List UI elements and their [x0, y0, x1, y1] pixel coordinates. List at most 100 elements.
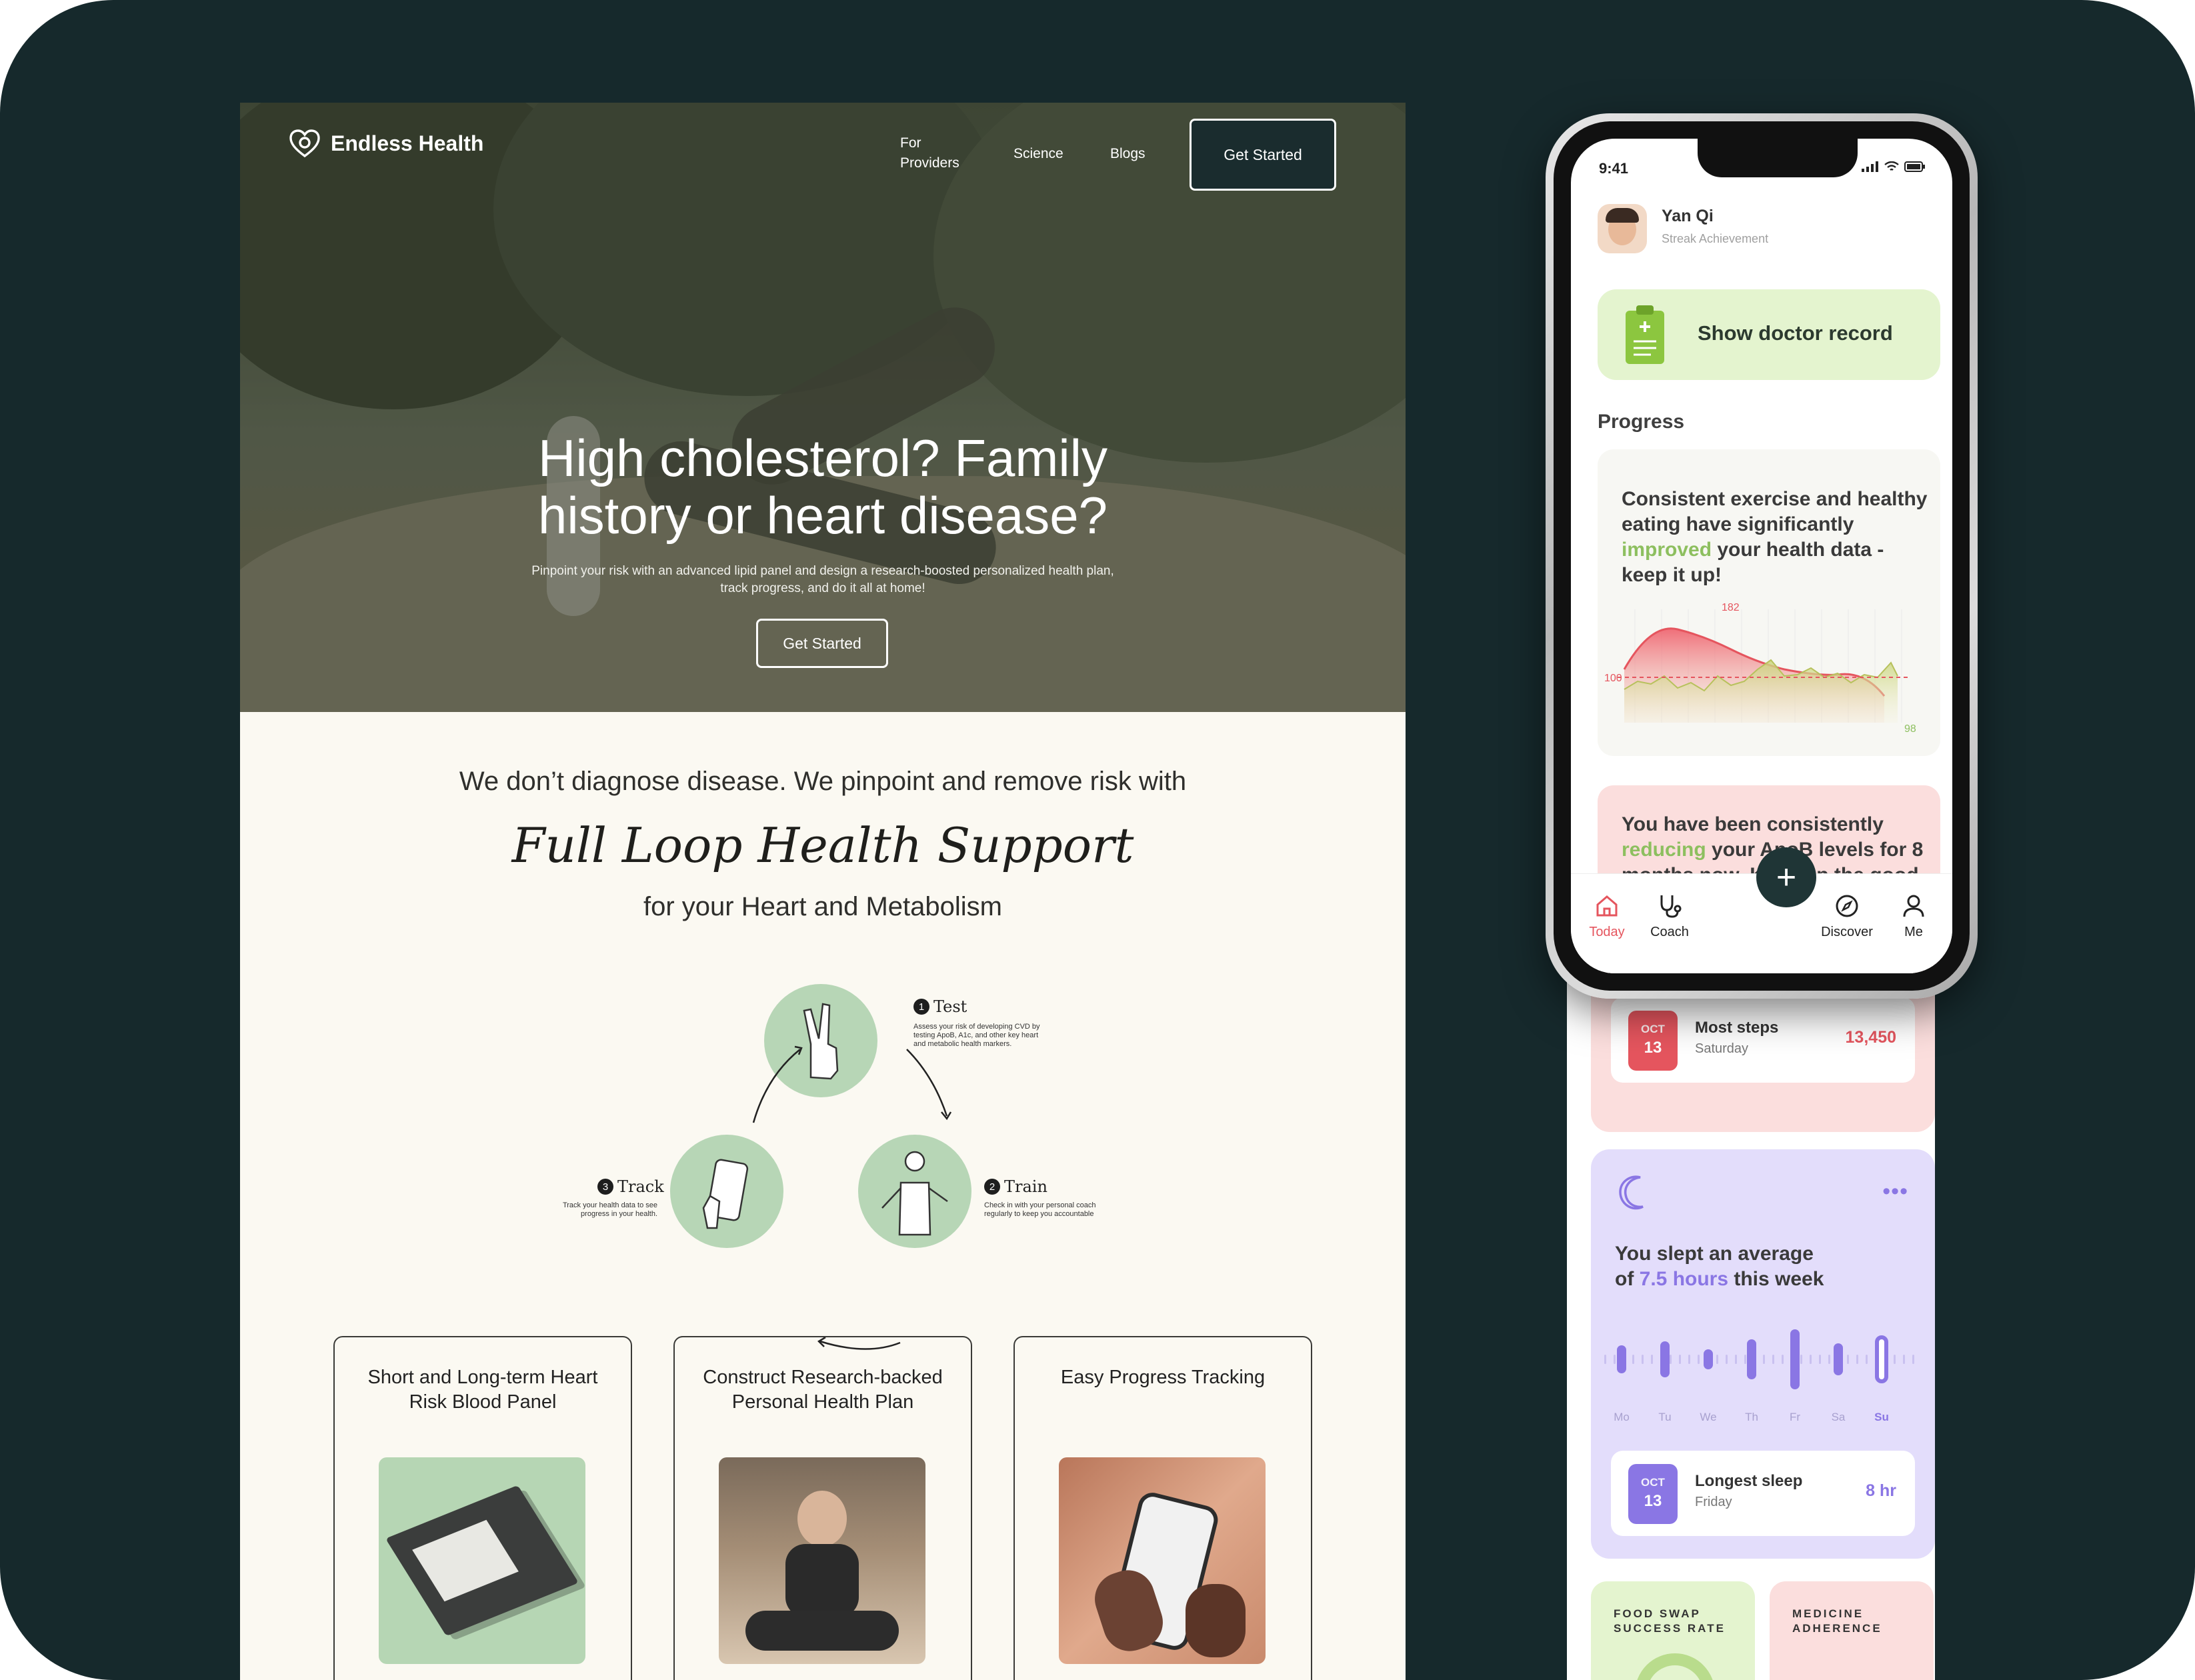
tab-discover[interactable]: Discover	[1814, 893, 1880, 940]
doctor-record-button[interactable]: Show doctor record	[1598, 289, 1940, 380]
feature-card[interactable]: Easy Progress Tracking	[1013, 1336, 1312, 1680]
sleep-tick	[1912, 1355, 1914, 1364]
sleep-tick	[1642, 1355, 1644, 1364]
nav-link-providers[interactable]: For Providers	[900, 133, 959, 173]
chart-baseline-label: 100	[1604, 673, 1622, 684]
longest-sleep-row[interactable]: OCT 13 Longest sleep Friday 8 hr	[1611, 1451, 1915, 1536]
card-title: Easy Progress Tracking	[1028, 1365, 1298, 1390]
avatar[interactable]	[1598, 204, 1647, 253]
tab-me[interactable]: Me	[1880, 893, 1947, 940]
date-month: OCT	[1641, 1023, 1665, 1035]
row-value: 8 hr	[1866, 1481, 1896, 1500]
status-icons	[1862, 161, 1926, 172]
progress-highlight: improved	[1622, 539, 1712, 561]
hero-title-line: history or heart disease?	[537, 486, 1108, 545]
feature-card[interactable]: Short and Long-term Heart Risk Blood Pan…	[333, 1336, 632, 1680]
apob-text: You have been consistently	[1622, 813, 1884, 835]
sleep-tick	[1894, 1355, 1896, 1364]
app-frame: Endless Health For Providers Science Blo…	[0, 0, 2195, 1680]
food-swap-card[interactable]: FOOD SWAP SUCCESS RATE	[1591, 1581, 1755, 1680]
step-track-desc: Track your health data to see progress i…	[562, 1201, 657, 1218]
nav-get-started-button[interactable]: Get Started	[1190, 119, 1336, 191]
battery-icon	[1904, 161, 1925, 172]
sleep-tick	[1810, 1355, 1812, 1364]
sleep-tick	[1614, 1355, 1616, 1364]
sleep-tick	[1735, 1355, 1737, 1364]
sleep-tick	[1726, 1355, 1728, 1364]
moon-icon	[1619, 1175, 1644, 1210]
step-train-title: 2 Train	[984, 1177, 1047, 1196]
hero-section: Endless Health For Providers Science Blo…	[240, 103, 1406, 712]
mini-card-title-line: ADHERENCE	[1792, 1622, 1882, 1635]
sleep-day-label: Fr	[1789, 1411, 1801, 1423]
sleep-bar	[1875, 1335, 1888, 1383]
food-swap-ring	[1635, 1653, 1715, 1680]
sleep-summary-line: of 7.5 hours this week	[1615, 1267, 1824, 1292]
signal-icon	[1862, 161, 1878, 172]
bottom-tab-bar: + Today Coach Discover Me	[1571, 847, 1952, 973]
phone-tracking-image	[1059, 1457, 1266, 1664]
date-day: 13	[1644, 1492, 1662, 1510]
woman-yoga-image	[719, 1457, 925, 1664]
section-subtitle: for your Heart and Metabolism	[643, 892, 1002, 921]
step-test-desc: Assess your risk of developing CVD by te…	[913, 1023, 1040, 1048]
brand-name: Endless Health	[331, 131, 484, 155]
sleep-tick	[1903, 1355, 1905, 1364]
sleep-tick	[1782, 1355, 1784, 1364]
add-button[interactable]: +	[1756, 847, 1816, 907]
card-title-line: Risk Blood Panel	[409, 1391, 557, 1413]
hero-subtitle: Pinpoint your risk with an advanced lipi…	[493, 563, 1152, 597]
tab-label: Me	[1904, 925, 1923, 939]
tab-today[interactable]: Today	[1574, 893, 1640, 940]
hero-subtitle-line: track progress, and do it all at home!	[720, 581, 925, 595]
apob-highlight: reducing	[1622, 839, 1706, 861]
tab-coach[interactable]: Coach	[1636, 893, 1703, 940]
tab-label: Coach	[1650, 925, 1689, 939]
sleep-day-label: Mo	[1614, 1411, 1630, 1423]
tab-label: Discover	[1821, 925, 1873, 939]
home-icon	[1596, 895, 1618, 917]
sleep-summary: You slept an average of 7.5 hours this w…	[1615, 1241, 1824, 1292]
phone-notch	[1698, 139, 1858, 177]
compass-icon	[1836, 895, 1858, 917]
hero-get-started-button[interactable]: Get Started	[756, 619, 888, 668]
mini-card-title: FOOD SWAP SUCCESS RATE	[1614, 1607, 1726, 1636]
date-badge: OCT 13	[1628, 1011, 1678, 1071]
sleep-tick	[1866, 1355, 1868, 1364]
hero-title: High cholesterol? Family history or hear…	[240, 429, 1406, 544]
step-number: 2	[984, 1179, 1000, 1195]
sleep-bar	[1704, 1349, 1713, 1369]
sleep-bar	[1747, 1339, 1756, 1379]
more-options-icon[interactable]: •••	[1882, 1179, 1908, 1205]
medicine-adherence-card[interactable]: MEDICINE ADHERENCE	[1770, 1581, 1934, 1680]
sleep-day-label: Sa	[1831, 1411, 1846, 1423]
sleep-tick	[1819, 1355, 1821, 1364]
hero-subtitle-line: Pinpoint your risk with an advanced lipi…	[531, 564, 1114, 578]
mini-card-title-line: MEDICINE	[1792, 1607, 1864, 1620]
sleep-tick	[1763, 1355, 1765, 1364]
sleep-tick	[1688, 1355, 1690, 1364]
sleep-tick	[1670, 1355, 1672, 1364]
sleep-tick	[1847, 1355, 1849, 1364]
user-subtitle: Streak Achievement	[1662, 232, 1769, 245]
sleep-tick	[1698, 1355, 1700, 1364]
sleep-hours-highlight: 7.5 hours	[1639, 1268, 1729, 1290]
nav-link-science[interactable]: Science	[1013, 144, 1063, 164]
card-title: Construct Research-backed Personal Healt…	[688, 1365, 957, 1415]
wifi-icon	[1884, 161, 1899, 171]
website-preview: Endless Health For Providers Science Blo…	[240, 103, 1406, 1680]
nav-link-blogs[interactable]: Blogs	[1110, 144, 1146, 164]
feature-card[interactable]: Construct Research-backed Personal Healt…	[673, 1336, 972, 1680]
profile-icon	[1903, 895, 1924, 917]
mini-card-title-line: SUCCESS RATE	[1614, 1622, 1726, 1635]
step-train-desc: Check in with your personal coach regula…	[984, 1201, 1096, 1218]
sleep-bar	[1617, 1345, 1626, 1373]
chart-low-label: 98	[1904, 723, 1916, 735]
brand-logo[interactable]: Endless Health	[288, 127, 483, 160]
most-steps-row[interactable]: OCT 13 Most steps Saturday 13,450	[1611, 997, 1915, 1083]
progress-text: Consistent exercise and healthy eating h…	[1622, 488, 1928, 535]
sleep-tick	[1604, 1355, 1606, 1364]
date-month: OCT	[1641, 1476, 1665, 1489]
sleep-bar	[1834, 1343, 1843, 1375]
doctor-record-label: Show doctor record	[1698, 321, 1893, 345]
